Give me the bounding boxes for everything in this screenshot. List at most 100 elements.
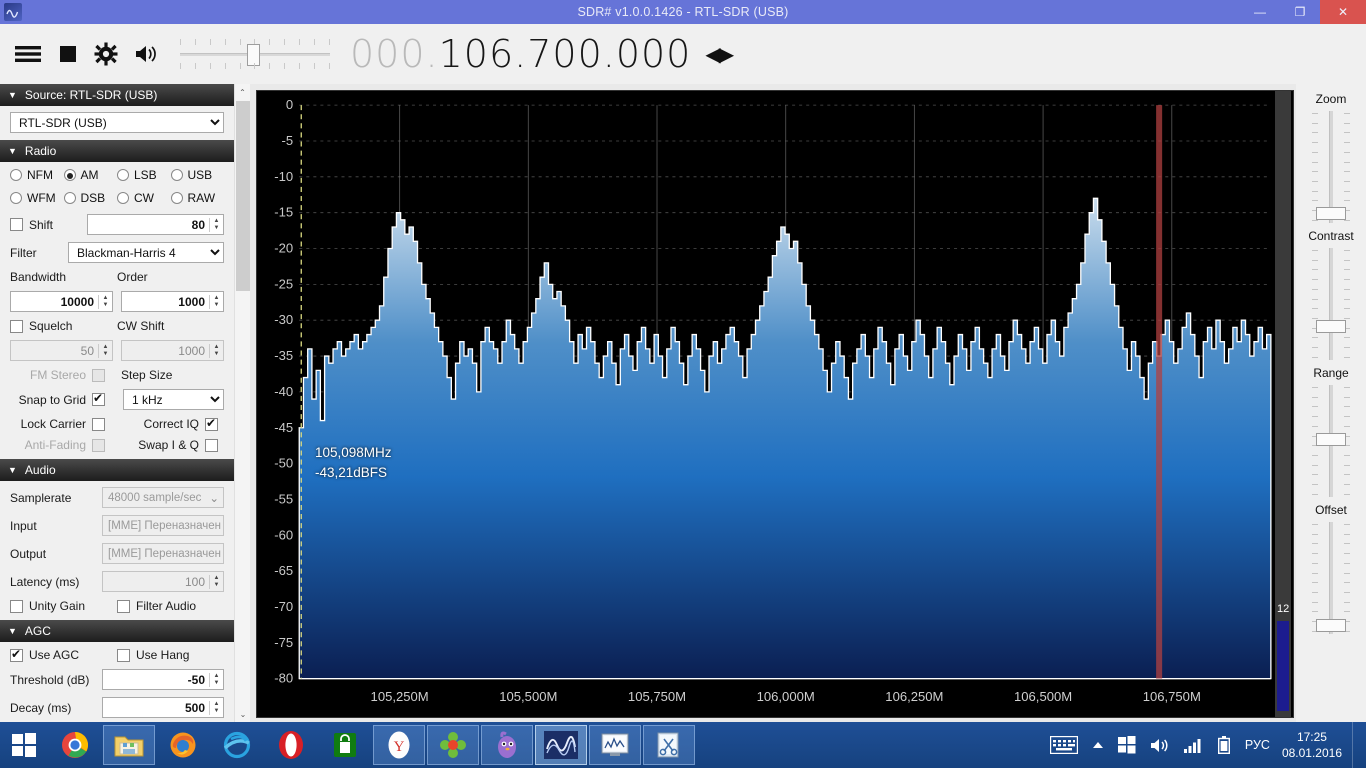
- use-hang-checkbox[interactable]: [117, 648, 130, 662]
- chrome-icon[interactable]: [49, 725, 101, 765]
- section-agc[interactable]: ▼ AGC: [0, 620, 234, 642]
- start-button[interactable]: [0, 722, 48, 768]
- battery-icon[interactable]: [1217, 736, 1230, 754]
- frequency-value[interactable]: 106.700.000: [439, 32, 692, 76]
- on-screen-keyboard-icon[interactable]: [1049, 736, 1078, 754]
- use-agc-checkbox[interactable]: [10, 647, 23, 662]
- mode-wfm[interactable]: WFM: [10, 191, 64, 205]
- bandwidth-spinner[interactable]: 10000 ▲ ▼: [10, 291, 113, 312]
- shift-spinner[interactable]: 80 ▲ ▼: [87, 214, 224, 235]
- mode-usb[interactable]: USB: [170, 168, 225, 182]
- display-sliders-panel: Zoom Contrast Range Offset: [1296, 84, 1366, 722]
- snap-group[interactable]: Snap to Grid: [10, 391, 117, 407]
- spinner-arrows-icon[interactable]: ▲ ▼: [209, 294, 223, 309]
- contrast-slider-thumb[interactable]: [1316, 320, 1346, 333]
- hamburger-menu-icon[interactable]: [14, 43, 42, 65]
- internet-explorer-icon[interactable]: [211, 725, 263, 765]
- maximize-button[interactable]: ❐: [1280, 0, 1320, 24]
- file-explorer-icon[interactable]: [103, 725, 155, 765]
- lock-group[interactable]: Lock Carrier: [10, 417, 117, 431]
- use-hang-group[interactable]: Use Hang: [117, 648, 224, 662]
- speaker-icon[interactable]: [1150, 737, 1170, 754]
- shift-checkbox[interactable]: [10, 218, 23, 231]
- frequency-display[interactable]: 000. 106.700.000 ◀▶: [350, 32, 734, 76]
- section-radio[interactable]: ▼ Radio: [0, 140, 234, 162]
- spinner-arrows-icon[interactable]: ▲ ▼: [98, 343, 112, 358]
- section-audio[interactable]: ▼ Audio: [0, 459, 234, 481]
- range-slider[interactable]: [1308, 383, 1354, 499]
- offset-slider[interactable]: [1308, 520, 1354, 636]
- mode-dsb[interactable]: DSB: [63, 191, 118, 205]
- control-panel-scrollbar[interactable]: ⌃ ⌄: [234, 84, 250, 722]
- mode-nfm[interactable]: NFM: [10, 168, 64, 182]
- scrollbar-thumb[interactable]: [236, 101, 250, 291]
- snipping-tool-icon[interactable]: [643, 725, 695, 765]
- speaker-icon[interactable]: [134, 43, 160, 65]
- output-select: [MME] Переназначен ⌄: [102, 543, 224, 564]
- snap-checkbox[interactable]: [92, 391, 105, 406]
- stop-square-icon[interactable]: [58, 44, 78, 64]
- correct-iq-checkbox[interactable]: [205, 416, 218, 431]
- use-agc-group[interactable]: Use AGC: [10, 647, 117, 662]
- windows-store-icon[interactable]: [319, 725, 371, 765]
- swap-iq-checkbox[interactable]: [205, 438, 218, 452]
- squelch-spinner[interactable]: 50 ▲ ▼: [10, 340, 113, 361]
- clock[interactable]: 17:25 08.01.2016: [1282, 729, 1342, 761]
- mode-am[interactable]: AM: [63, 168, 118, 182]
- scroll-up-icon[interactable]: ⌃: [235, 84, 250, 100]
- squelch-checkbox[interactable]: [10, 319, 23, 333]
- spinner-arrows-icon[interactable]: ▲ ▼: [209, 343, 223, 358]
- spinner-arrows-icon[interactable]: ▲ ▼: [209, 700, 223, 715]
- mode-cw[interactable]: CW: [117, 191, 171, 205]
- svg-text:-35: -35: [274, 348, 293, 363]
- correctiq-group[interactable]: Correct IQ: [117, 416, 224, 431]
- show-desktop-button[interactable]: [1352, 722, 1360, 768]
- waterfall-scroll-thumb[interactable]: [1277, 621, 1289, 711]
- spectrum-plot[interactable]: 0 -5 -10 -15 -20 -25 -30 -35 -40 -45 -50 -55 -60 -65 -…: [257, 91, 1293, 717]
- mail-agent-icon[interactable]: [481, 725, 533, 765]
- spinner-arrows-icon[interactable]: ▲ ▼: [209, 672, 223, 687]
- firefox-icon[interactable]: [157, 725, 209, 765]
- offset-slider-thumb[interactable]: [1316, 619, 1346, 632]
- mode-raw[interactable]: RAW: [170, 191, 225, 205]
- signal-bars-icon[interactable]: [1183, 737, 1204, 753]
- squelch-check-group[interactable]: Squelch: [10, 319, 117, 333]
- icq-icon[interactable]: [427, 725, 479, 765]
- close-button[interactable]: ✕: [1320, 0, 1366, 24]
- waterfall-scrollbar[interactable]: 12: [1275, 91, 1291, 717]
- swapiq-group[interactable]: Swap I & Q: [117, 438, 224, 452]
- decay-spinner[interactable]: 500 ▲ ▼: [102, 697, 224, 718]
- filter-audio-checkbox[interactable]: [117, 599, 130, 613]
- minimize-button[interactable]: —: [1240, 0, 1280, 24]
- spinner-arrows-icon[interactable]: ▲ ▼: [98, 294, 112, 309]
- stepsize-select[interactable]: 1 kHz: [123, 389, 224, 410]
- sdrsharp-icon[interactable]: [535, 725, 587, 765]
- opera-icon[interactable]: [265, 725, 317, 765]
- windows-icon[interactable]: [1117, 736, 1136, 754]
- lock-carrier-checkbox[interactable]: [92, 417, 105, 431]
- threshold-spinner[interactable]: -50 ▲ ▼: [102, 669, 224, 690]
- hdsdr-icon[interactable]: [589, 725, 641, 765]
- gear-icon[interactable]: [94, 42, 118, 66]
- order-spinner[interactable]: 1000 ▲ ▼: [121, 291, 224, 312]
- mode-lsb[interactable]: LSB: [117, 168, 171, 182]
- filter-audio-group[interactable]: Filter Audio: [117, 599, 224, 613]
- unity-gain-group[interactable]: Unity Gain: [10, 599, 117, 613]
- scroll-down-icon[interactable]: ⌄: [235, 706, 250, 722]
- zoom-slider-thumb[interactable]: [1316, 207, 1346, 220]
- cwshift-spinner[interactable]: 1000 ▲ ▼: [121, 340, 224, 361]
- source-select[interactable]: RTL-SDR (USB): [10, 112, 224, 133]
- unity-gain-checkbox[interactable]: [10, 599, 23, 613]
- spinner-arrows-icon[interactable]: ▲ ▼: [209, 217, 223, 232]
- filter-select[interactable]: Blackman-Harris 4: [68, 242, 224, 263]
- volume-slider[interactable]: [180, 36, 330, 72]
- range-slider-thumb[interactable]: [1316, 433, 1346, 446]
- spectrum-display[interactable]: 0 -5 -10 -15 -20 -25 -30 -35 -40 -45 -50 -55 -60 -65 -…: [256, 90, 1294, 718]
- show-hidden-icons-icon[interactable]: [1092, 740, 1104, 750]
- language-indicator[interactable]: РУС: [1245, 738, 1270, 752]
- frequency-step-arrows-icon[interactable]: ◀▶: [705, 42, 734, 66]
- contrast-slider[interactable]: [1308, 246, 1354, 362]
- section-source[interactable]: ▼ Source: RTL-SDR (USB): [0, 84, 234, 106]
- yandex-browser-icon[interactable]: Y: [373, 725, 425, 765]
- zoom-slider[interactable]: [1308, 109, 1354, 225]
